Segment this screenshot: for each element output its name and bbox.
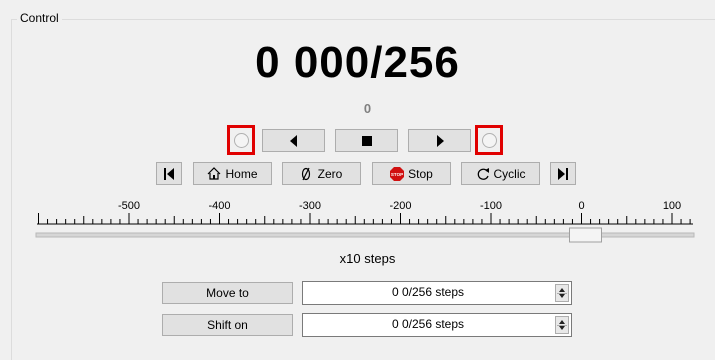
scale-tick-marks [37,213,693,225]
slider-handle[interactable] [569,227,602,243]
position-scale: -500 -400 -300 -200 -100 0 100 [35,200,695,243]
move-to-spin-arrows[interactable] [555,284,569,302]
scale-tick-label: 0 [578,200,584,212]
shift-on-spinbox[interactable]: 0 0/256 steps [302,313,572,337]
scale-tick-label: -500 [118,200,140,212]
shift-on-value: 0 0/256 steps [391,317,465,331]
shift-on-button[interactable]: Shift on [162,314,293,336]
scale-tick-label: 100 [663,200,681,212]
move-to-button[interactable]: Move to [162,282,293,304]
scale-tick-label: -300 [299,200,321,212]
unit-label: x10 steps [339,251,396,266]
scale-tick-label: -400 [208,200,230,212]
shift-on-spin-arrows[interactable] [555,316,569,334]
scale-tick-labels: -500 -400 -300 -200 -100 0 100 [118,200,681,212]
shift-on-label: Shift on [207,318,248,332]
move-to-label: Move to [206,286,249,300]
scale-tick-label: -100 [480,200,502,212]
scale-tick-label: -200 [389,200,411,212]
move-to-spinbox[interactable]: 0 0/256 steps [302,281,572,305]
move-to-value: 0 0/256 steps [391,285,465,299]
